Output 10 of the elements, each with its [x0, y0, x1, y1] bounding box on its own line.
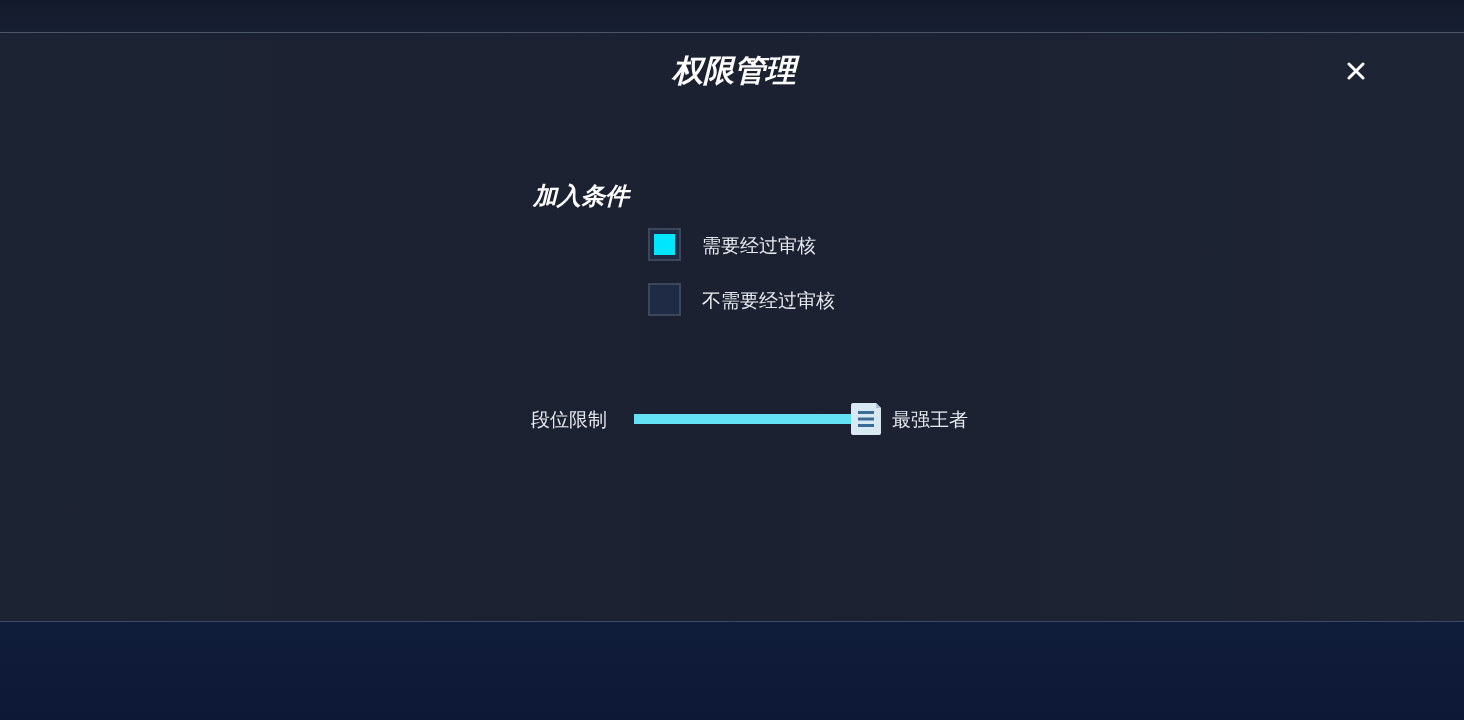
- checkbox[interactable]: [648, 228, 681, 261]
- checkbox[interactable]: [648, 283, 681, 316]
- slider-value: 最强王者: [892, 407, 968, 431]
- option-label: 需要经过审核: [702, 232, 816, 257]
- close-icon: [1347, 62, 1365, 80]
- option-label: 不需要经过审核: [702, 287, 835, 312]
- slider-handle[interactable]: [850, 402, 882, 436]
- close-button[interactable]: [1345, 60, 1367, 82]
- section-heading: 加入条件: [533, 181, 629, 211]
- slider-label: 段位限制: [531, 407, 608, 431]
